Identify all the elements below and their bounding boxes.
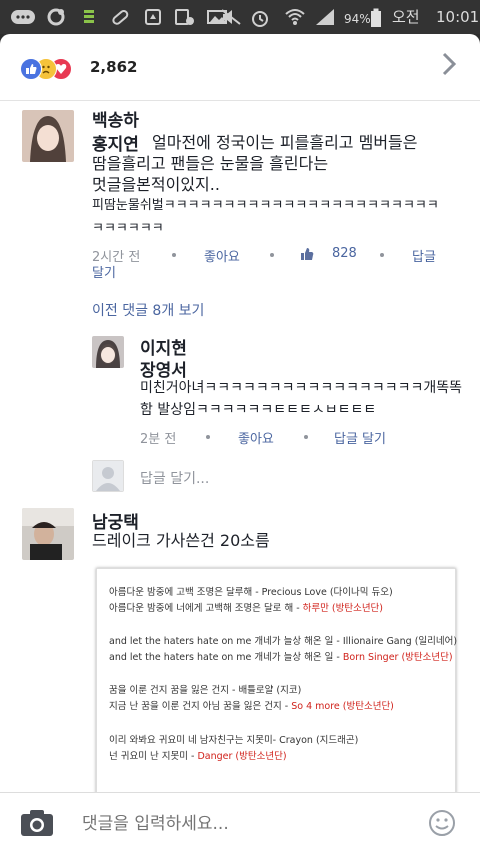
camera-icon[interactable] bbox=[20, 809, 54, 841]
separator-dot bbox=[206, 435, 210, 439]
separator-dot bbox=[270, 253, 274, 257]
comment-image-attachment[interactable]: 아름다운 밤중에 고백 조명은 달루해 - Precious Love (다이나… bbox=[96, 568, 458, 820]
comments-sheet: 2,862 백송하 홍지연 얼마전에 정국이는 피를흘리고 멤버들은 땀을흘리고… bbox=[0, 34, 480, 853]
lyric-line: 넌 귀요미 난 지못미 - Danger (방탄소년단) bbox=[109, 751, 287, 762]
battery-icon bbox=[370, 8, 382, 27]
chevron-right-icon[interactable] bbox=[442, 52, 457, 83]
mute-icon bbox=[220, 8, 242, 26]
lyric-line: 꿈을 이룬 건지 꿈을 잃은 건지 - 배틀로얄 (지코) bbox=[109, 685, 302, 696]
separator-dot bbox=[304, 435, 308, 439]
time-ampm: 오전 bbox=[392, 8, 420, 26]
clock: 10:01 bbox=[436, 8, 480, 26]
reply-text-line: 미친거아녀ㅋㅋㅋㅋㅋㅋㅋㅋㅋㅋㅋㅋㅋㅋㅋㅋㅋ개똑똑 bbox=[140, 380, 462, 396]
signal-icon bbox=[314, 8, 336, 26]
chat-icon bbox=[10, 8, 36, 26]
reactions-bar[interactable]: 2,862 bbox=[0, 34, 480, 101]
emoji-icon[interactable] bbox=[428, 809, 456, 841]
comment-text-line: ㅋㅋㅋㅋㅋㅋ bbox=[92, 221, 164, 236]
reply-time: 2분 전 bbox=[140, 432, 177, 447]
comment-text-line: 땀을흘리고 팬들은 눈물을 흘린다는 bbox=[92, 154, 329, 173]
comment-composer bbox=[0, 792, 480, 853]
reaction-count: 2,862 bbox=[90, 58, 138, 76]
reply-text-line: 함 발상임ㅋㅋㅋㅋㅋㅋㅌㅌㅌㅅㅂㅌㅌㅌ bbox=[140, 402, 377, 418]
comment-text-line: 얼마전에 정국이는 피를흘리고 멤버들은 bbox=[152, 133, 418, 152]
reply-button-wrap[interactable]: 달기 bbox=[92, 262, 116, 281]
separator-dot bbox=[380, 253, 384, 257]
usage-icon bbox=[174, 8, 196, 26]
battery-percent: 94% bbox=[344, 12, 371, 26]
default-avatar-icon bbox=[92, 460, 124, 492]
mention-tag[interactable]: 홍지연 bbox=[92, 130, 139, 155]
avatar[interactable] bbox=[22, 508, 74, 560]
reply-input[interactable]: 답글 달기... bbox=[140, 468, 209, 488]
alarm-icon bbox=[250, 8, 270, 27]
thumbs-up-icon bbox=[300, 246, 314, 265]
lyric-line: 아름다운 밤중에 고백 조명은 달루해 - Precious Love (다이나… bbox=[109, 587, 393, 598]
lyric-line: and let the haters hate on me 개네가 늘상 해온 … bbox=[109, 652, 453, 663]
data-icon bbox=[82, 8, 96, 26]
avatar[interactable] bbox=[92, 336, 124, 368]
lyric-line: 아름다운 밤중에 너에게 고백해 조명은 달로 해 - 하루만 (방탄소년단) bbox=[109, 603, 384, 614]
like-count: 828 bbox=[332, 246, 357, 261]
comment-text-line: 멋글을본적이있지.. bbox=[92, 175, 220, 194]
comment-text: 드레이크 가사쓴건 20소름 bbox=[92, 531, 270, 550]
record-icon bbox=[46, 8, 66, 26]
avatar[interactable] bbox=[22, 110, 74, 162]
like-button[interactable]: 좋아요 bbox=[204, 246, 240, 265]
like-icon bbox=[20, 58, 42, 80]
lyric-line: and let the haters hate on me 개네가 늘상 해온 … bbox=[109, 636, 458, 647]
lyric-line: 지금 난 꿈을 이룬 건지 아님 꿈을 잃은 건지 - So 4 more (방… bbox=[109, 701, 394, 712]
reply-button[interactable]: 답글 달기 bbox=[334, 428, 386, 447]
status-bar: 94% 오전 10:01 bbox=[0, 0, 480, 34]
wifi-icon bbox=[284, 8, 306, 26]
comment-text-line: 피땀눈물쉬벌ㅋㅋㅋㅋㅋㅋㅋㅋㅋㅋㅋㅋㅋㅋㅋㅋㅋㅋㅋㅋㅋㅋㅋ bbox=[92, 198, 439, 213]
separator-dot bbox=[172, 253, 176, 257]
like-button[interactable]: 좋아요 bbox=[238, 428, 274, 447]
pill-icon bbox=[110, 8, 130, 26]
comment-author[interactable]: 백송하 bbox=[92, 106, 139, 131]
recycle-icon bbox=[144, 8, 162, 26]
view-previous-replies[interactable]: 이전 댓글 8개 보기 bbox=[92, 300, 204, 320]
comment-input[interactable] bbox=[80, 809, 404, 839]
reply-button[interactable]: 답글 bbox=[412, 246, 436, 265]
lyric-line: 이리 와봐요 귀요미 네 남자친구는 지못미- Crayon (지드래곤) bbox=[109, 735, 359, 746]
